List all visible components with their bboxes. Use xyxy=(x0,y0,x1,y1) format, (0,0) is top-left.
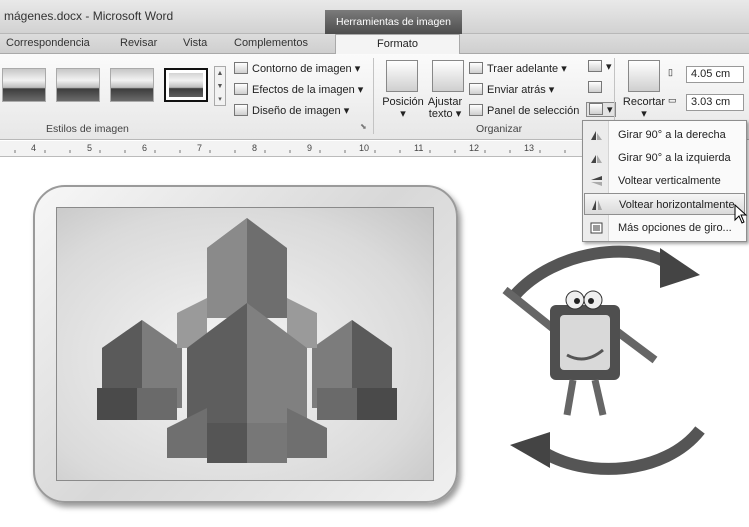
picture-effects-button[interactable]: Efectos de la imagen ▾ xyxy=(234,83,363,96)
picture-style-thumbnail[interactable] xyxy=(56,68,100,102)
title-bar: mágenes.docx - Microsoft Word Herramient… xyxy=(0,0,749,34)
position-label: Posición xyxy=(382,96,424,108)
menu-item-label: Girar 90° a la derecha xyxy=(618,129,726,141)
position-button[interactable]: Posición ▾ xyxy=(380,96,426,120)
rotation-mascot-illustration xyxy=(502,245,705,475)
effects-icon xyxy=(234,83,248,95)
position-icon[interactable] xyxy=(386,60,418,92)
crop-icon[interactable] xyxy=(628,60,660,92)
ruler-ticks xyxy=(14,150,566,153)
tab-correspondencia[interactable]: Correspondencia xyxy=(6,37,90,49)
wrap-text-label-2: texto xyxy=(428,108,453,120)
crop-label: Recortar xyxy=(622,96,666,108)
tab-revisar[interactable]: Revisar xyxy=(120,37,157,49)
menu-item-flip-vertical[interactable]: Voltear verticalmente xyxy=(584,170,745,192)
rotate-right-icon xyxy=(591,131,602,140)
tab-formato[interactable]: Formato xyxy=(335,34,460,55)
rotate-menu: Girar 90° a la derecha Girar 90° a la iz… xyxy=(582,120,747,242)
picture-layout-label: Diseño de imagen xyxy=(252,105,341,117)
origami-structure-image xyxy=(97,218,397,463)
pencil-icon xyxy=(234,62,248,74)
wrap-text-button[interactable]: Ajustar texto ▾ xyxy=(425,96,465,120)
picture-effects-label: Efectos de la imagen xyxy=(252,84,355,96)
picture-border-label: Contorno de imagen xyxy=(252,63,352,75)
picture-style-thumbnail[interactable] xyxy=(2,68,46,102)
tab-vista[interactable]: Vista xyxy=(183,37,207,49)
width-icon: ▭ xyxy=(668,95,677,105)
more-rotation-icon xyxy=(590,222,603,234)
bring-forward-label: Traer adelante xyxy=(487,63,559,75)
rotate-button[interactable]: ▾ xyxy=(586,102,616,117)
group-label-picture-styles: Estilos de imagen xyxy=(46,123,129,135)
menu-item-label: Voltear horizontalmente xyxy=(619,199,735,211)
picture-tools-header: Herramientas de imagen xyxy=(325,10,462,34)
send-backward-icon xyxy=(469,83,483,95)
picture-border-button[interactable]: Contorno de imagen ▾ xyxy=(234,62,360,75)
send-backward-button[interactable]: Enviar atrás ▾ xyxy=(469,83,554,96)
send-backward-label: Enviar atrás xyxy=(487,84,546,96)
flip-vertical-icon xyxy=(591,176,602,186)
align-icon xyxy=(588,60,602,72)
tab-complementos[interactable]: Complementos xyxy=(234,37,308,49)
menu-item-label: Más opciones de giro... xyxy=(618,222,732,234)
bring-forward-button[interactable]: Traer adelante ▾ xyxy=(469,62,567,75)
horizontal-ruler[interactable]: 4 5 6 7 8 9 10 11 12 13 xyxy=(0,141,590,157)
menu-item-label: Girar 90° a la izquierda xyxy=(618,152,731,164)
selection-pane-icon xyxy=(469,104,483,116)
flip-horizontal-icon xyxy=(592,200,602,210)
wrap-text-icon[interactable] xyxy=(432,60,464,92)
menu-item-rotate-right[interactable]: Girar 90° a la derecha xyxy=(584,124,745,146)
picture-layout-button[interactable]: Diseño de imagen ▾ xyxy=(234,104,349,117)
group-icon xyxy=(588,81,602,93)
height-field[interactable]: 4.05 cm xyxy=(686,66,744,83)
menu-item-more-rotation[interactable]: Más opciones de giro... xyxy=(584,217,745,239)
wrap-text-label-1: Ajustar xyxy=(427,96,463,108)
picture-style-thumbnail[interactable] xyxy=(110,68,154,102)
group-separator xyxy=(373,58,374,134)
menu-item-flip-horizontal[interactable]: Voltear horizontalmente xyxy=(584,193,745,215)
menu-item-rotate-left[interactable]: Girar 90° a la izquierda xyxy=(584,147,745,169)
menu-item-label: Voltear verticalmente xyxy=(618,175,721,187)
rotate-icon xyxy=(589,103,603,115)
group-button[interactable] xyxy=(588,81,606,94)
window-title: mágenes.docx - Microsoft Word xyxy=(4,9,174,23)
crop-button[interactable]: Recortar ▾ xyxy=(618,96,670,120)
selection-pane-button[interactable]: Panel de selección xyxy=(469,104,579,117)
selection-pane-label: Panel de selección xyxy=(487,105,580,117)
height-icon: ▯ xyxy=(668,67,673,77)
rotate-left-icon xyxy=(591,155,602,163)
picture-style-thumbnail-selected[interactable] xyxy=(164,68,208,102)
bring-forward-icon xyxy=(469,62,483,74)
group-label-arrange: Organizar xyxy=(476,123,523,135)
width-field[interactable]: 3.03 cm xyxy=(686,94,744,111)
layout-icon xyxy=(234,104,248,116)
mouse-cursor-icon xyxy=(734,204,748,224)
align-button[interactable]: ▾ xyxy=(588,60,612,73)
dialog-launcher-icon[interactable]: ⬊ xyxy=(360,122,367,131)
gallery-more-button[interactable]: ▲ ▼ ▾ xyxy=(214,66,226,106)
selected-picture[interactable] xyxy=(56,207,434,481)
